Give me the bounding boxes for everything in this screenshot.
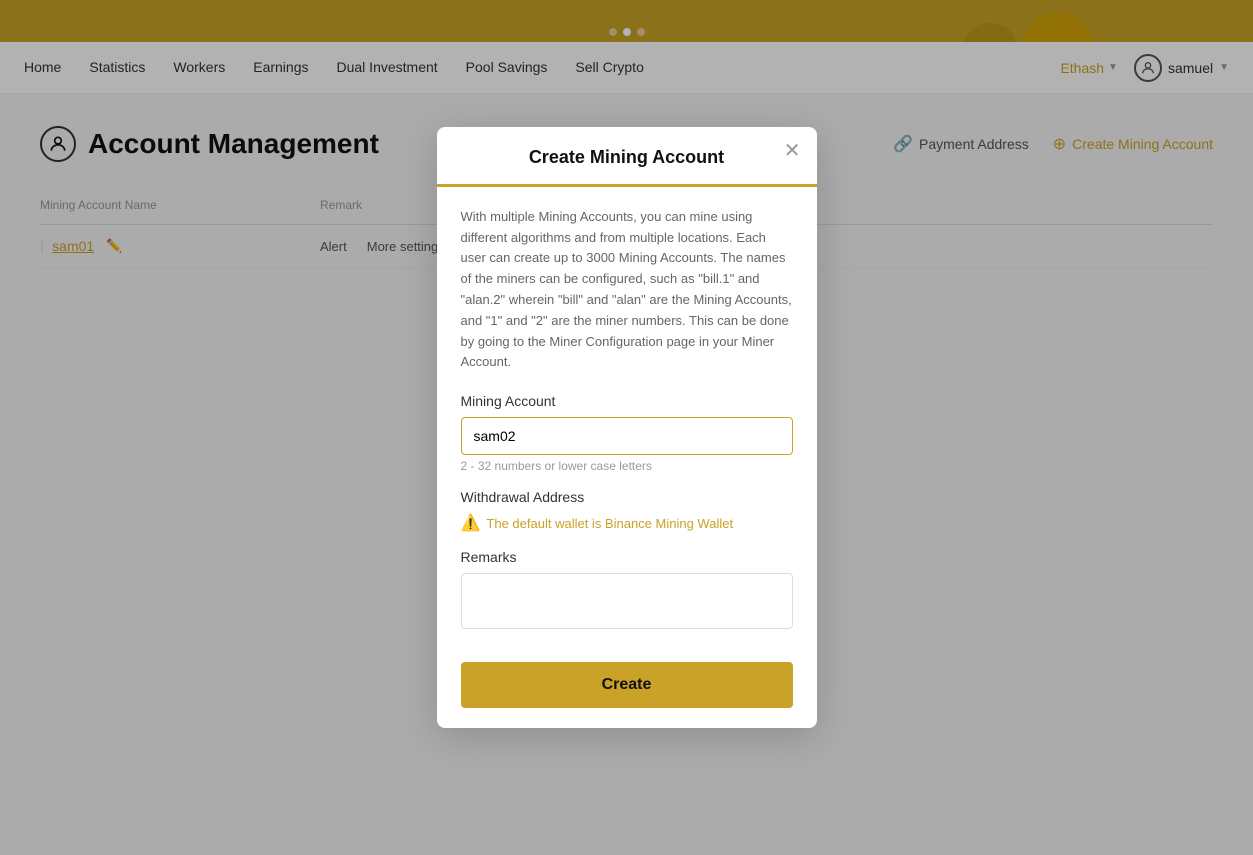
mining-account-hint: 2 - 32 numbers or lower case letters xyxy=(461,459,793,473)
modal-info-text: With multiple Mining Accounts, you can m… xyxy=(461,207,793,373)
remarks-input[interactable] xyxy=(461,573,793,629)
mining-account-input[interactable] xyxy=(461,417,793,455)
withdrawal-address-label: Withdrawal Address xyxy=(461,489,793,505)
withdrawal-warning: ⚠️ The default wallet is Binance Mining … xyxy=(461,513,793,533)
create-mining-account-modal: Create Mining Account ✕ With multiple Mi… xyxy=(437,127,817,728)
modal-title: Create Mining Account xyxy=(461,147,793,168)
warning-icon: ⚠️ xyxy=(461,513,481,533)
modal-body: With multiple Mining Accounts, you can m… xyxy=(437,187,817,728)
modal-header: Create Mining Account ✕ xyxy=(437,127,817,187)
modal-overlay[interactable]: Create Mining Account ✕ With multiple Mi… xyxy=(0,0,1253,855)
mining-account-group: Mining Account 2 - 32 numbers or lower c… xyxy=(461,393,793,473)
remarks-group: Remarks xyxy=(461,549,793,634)
create-button[interactable]: Create xyxy=(461,662,793,708)
withdrawal-address-group: Withdrawal Address ⚠️ The default wallet… xyxy=(461,489,793,533)
modal-close-button[interactable]: ✕ xyxy=(784,141,801,161)
remarks-label: Remarks xyxy=(461,549,793,565)
withdrawal-warning-text: The default wallet is Binance Mining Wal… xyxy=(486,516,733,531)
mining-account-label: Mining Account xyxy=(461,393,793,409)
